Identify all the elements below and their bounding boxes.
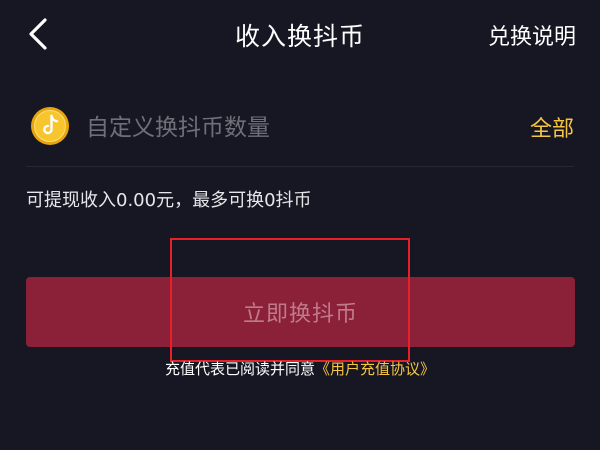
exchange-now-label: 立即换抖币 [242, 302, 358, 327]
agreement-prefix: 充值代表已阅读并同意 [164, 360, 315, 378]
header: 收入换抖币 兑换说明 [0, 0, 600, 68]
recharge-agreement-link[interactable]: 《用户充值协议》 [315, 360, 435, 378]
exchange-screen: 收入换抖币 兑换说明 全部 可提现收入0.00元，最多可换0抖币 立即换抖币 充… [0, 0, 600, 450]
douyin-coin-icon [31, 107, 69, 145]
amount-input[interactable] [86, 108, 486, 148]
exchange-now-button[interactable]: 立即换抖币 [26, 277, 575, 347]
all-button[interactable]: 全部 [530, 111, 574, 143]
agreement-text: 充值代表已阅读并同意《用户充值协议》 [0, 358, 600, 379]
withdrawable-info: 可提现收入0.00元，最多可换0抖币 [26, 190, 312, 211]
exchange-explanation-link[interactable]: 兑换说明 [488, 19, 576, 51]
amount-row: 全部 [26, 100, 574, 167]
